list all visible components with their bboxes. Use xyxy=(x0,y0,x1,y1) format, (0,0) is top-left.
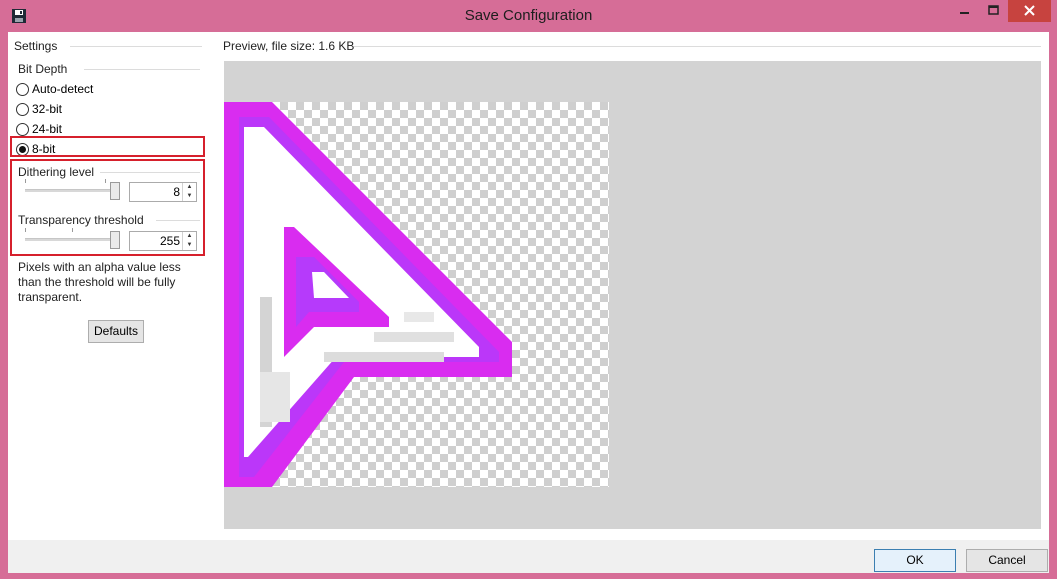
dithering-spinbox[interactable]: 8 ▲ ▼ xyxy=(129,182,197,202)
radio-label: Auto-detect xyxy=(32,82,94,96)
transparency-slider-thumb[interactable] xyxy=(110,231,120,249)
title-bar[interactable]: Save Configuration xyxy=(0,0,1057,32)
spin-up-icon[interactable]: ▲ xyxy=(183,232,196,241)
dithering-slider-thumb[interactable] xyxy=(110,182,120,200)
radio-button[interactable] xyxy=(16,83,29,96)
radio-label: 32-bit xyxy=(32,102,63,116)
spin-arrows[interactable]: ▲ ▼ xyxy=(182,183,196,201)
slider-tick xyxy=(105,179,106,183)
preview-label: Preview, file size: 1.6 KB xyxy=(223,39,355,53)
transparency-divider xyxy=(156,220,200,221)
threshold-info-text: Pixels with an alpha value less than the… xyxy=(18,260,181,304)
ok-button[interactable]: OK xyxy=(874,549,956,572)
transparency-slider-track[interactable] xyxy=(25,238,120,241)
bit-depth-divider xyxy=(84,69,200,70)
maximize-icon xyxy=(988,5,999,15)
minimize-icon xyxy=(960,12,969,14)
cursor-arrow-icon xyxy=(224,102,512,487)
settings-header: Settings xyxy=(14,39,58,53)
slider-tick xyxy=(72,228,73,232)
settings-divider xyxy=(70,46,202,47)
spin-up-icon[interactable]: ▲ xyxy=(183,183,196,192)
transparency-label: Transparency threshold xyxy=(18,213,144,227)
dialog-footer: OK Cancel xyxy=(8,540,1049,573)
slider-tick xyxy=(25,179,26,183)
spin-arrows[interactable]: ▲ ▼ xyxy=(182,232,196,250)
transparency-spinbox[interactable]: 255 ▲ ▼ xyxy=(129,231,197,251)
window-title: Save Configuration xyxy=(464,7,593,24)
maximize-button[interactable] xyxy=(980,0,1007,22)
dithering-divider xyxy=(100,172,200,173)
defaults-button[interactable]: Defaults xyxy=(88,320,144,343)
dithering-slider-track[interactable] xyxy=(25,189,120,192)
dithering-value[interactable]: 8 xyxy=(173,185,180,199)
preview-divider xyxy=(354,46,1041,47)
preview-image xyxy=(224,102,609,487)
close-icon xyxy=(1024,5,1035,16)
slider-tick xyxy=(25,228,26,232)
bit-depth-header: Bit Depth xyxy=(18,62,68,76)
dialog-body: Settings Bit Depth Auto-detect 32-bit 24… xyxy=(8,32,1049,540)
spin-down-icon[interactable]: ▼ xyxy=(183,192,196,201)
spin-down-icon[interactable]: ▼ xyxy=(183,241,196,250)
close-button[interactable] xyxy=(1008,0,1051,22)
highlight-8-bit xyxy=(10,136,205,157)
transparency-value[interactable]: 255 xyxy=(160,234,180,248)
radio-label: 24-bit xyxy=(32,122,63,136)
radio-button[interactable] xyxy=(16,103,29,116)
cancel-button[interactable]: Cancel xyxy=(966,549,1048,572)
radio-button[interactable] xyxy=(16,123,29,136)
dithering-label: Dithering level xyxy=(18,165,95,179)
minimize-button[interactable] xyxy=(950,0,980,22)
